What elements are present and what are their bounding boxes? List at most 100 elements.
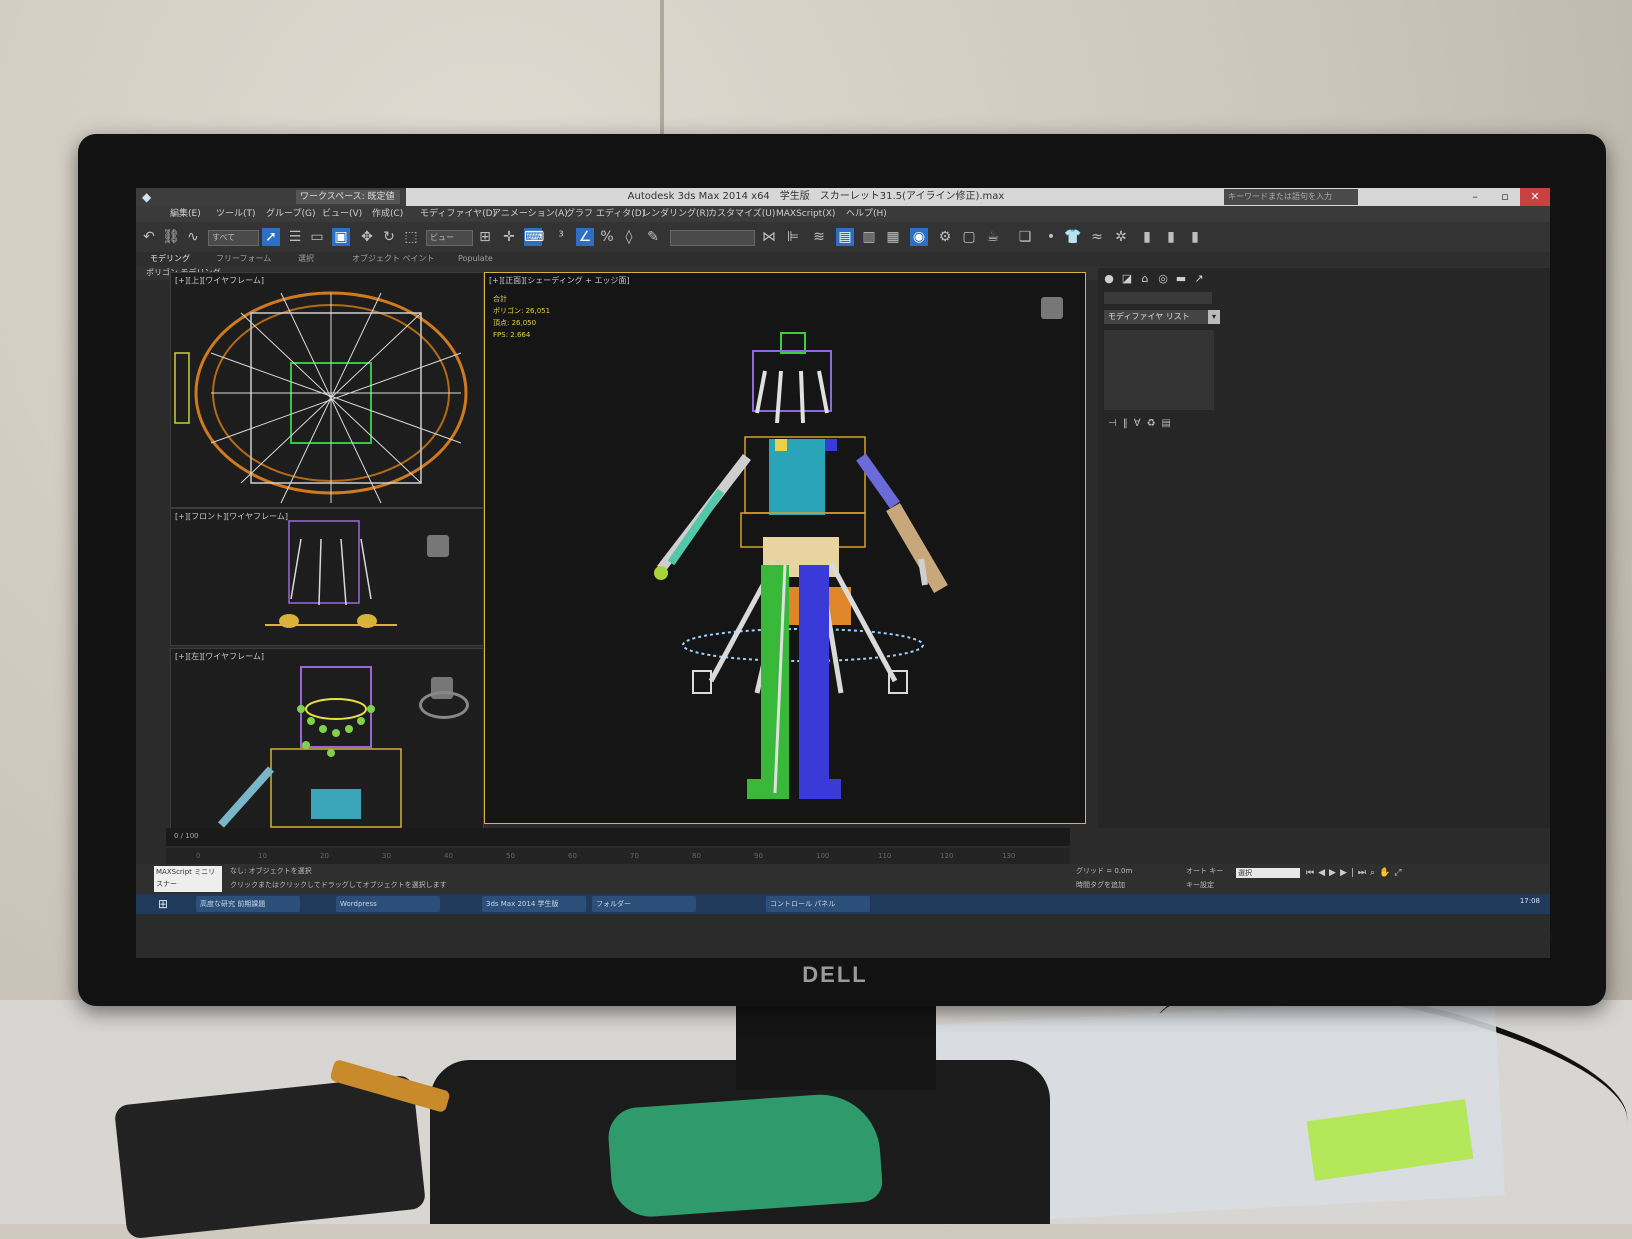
close-icon[interactable]: ✕ <box>1520 188 1550 206</box>
maximize-viewport-icon[interactable]: ⤢ <box>1394 868 1405 878</box>
tab-modeling[interactable]: モデリング <box>150 252 190 266</box>
menu-views[interactable]: ビュー(V) <box>322 206 362 222</box>
workspace-dropdown[interactable]: ワークスペース: 既定値 <box>296 190 400 204</box>
menu-animation[interactable]: アニメーション(A) <box>492 206 568 222</box>
viewport-front-label[interactable]: [+][フロント][ワイヤフレーム] <box>175 511 288 522</box>
viewport-top[interactable]: [+][上][ワイヤフレーム] <box>170 272 484 508</box>
viewport-perspective[interactable]: [+][正面][シェーディング + エッジ面] 合計 ポリゴン: 26,051 … <box>484 272 1086 824</box>
go-to-end-icon[interactable]: ⏭ <box>1358 868 1370 878</box>
keyboard-shortcut-override-icon[interactable]: ⌨ <box>524 228 544 246</box>
rendered-frame-window-icon[interactable]: ▢ <box>960 228 978 246</box>
hierarchy-tab-icon[interactable]: ⌂ <box>1138 272 1152 286</box>
taskbar-item[interactable]: コントロール パネル <box>766 896 870 912</box>
menu-help[interactable]: ヘルプ(H) <box>846 206 887 222</box>
create-tab-icon[interactable]: ● <box>1102 272 1116 286</box>
particle-icon[interactable]: ✲ <box>1112 228 1130 246</box>
named-selection-sets-dropdown[interactable] <box>670 230 755 246</box>
add-time-tag[interactable]: 時間タグを追加 <box>1076 880 1125 890</box>
taskbar-item[interactable]: 高度な研究 前期課題 <box>196 896 300 912</box>
cloth-icon[interactable]: 👕 <box>1064 228 1082 246</box>
move-icon[interactable]: ✥ <box>358 228 376 246</box>
container-icon[interactable]: ❏ <box>1016 228 1034 246</box>
script-icon-1[interactable]: ▮ <box>1138 228 1156 246</box>
application-menu-icon[interactable]: ◆ <box>142 190 156 204</box>
angle-snap-icon[interactable]: ∠ <box>576 228 594 246</box>
set-key-button[interactable]: キー設定 <box>1186 880 1214 890</box>
percent-snap-icon[interactable]: % <box>598 228 616 246</box>
maxscript-listener[interactable]: MAXScript ミニリスナー <box>154 866 222 892</box>
make-unique-icon[interactable]: ∀ <box>1134 418 1147 429</box>
menu-rendering[interactable]: レンダリング(R) <box>642 206 709 222</box>
help-search-input[interactable]: キーワードまたは語句を入力 <box>1224 189 1358 205</box>
script-icon-3[interactable]: ▮ <box>1186 228 1204 246</box>
material-editor-icon[interactable]: ◉ <box>910 228 928 246</box>
tab-selection[interactable]: 選択 <box>298 252 314 266</box>
next-frame-icon[interactable]: ▶| <box>1340 868 1358 878</box>
go-to-start-icon[interactable]: ⏮ <box>1306 868 1318 878</box>
align-icon[interactable]: ⊫ <box>784 228 802 246</box>
layer-manager-icon[interactable]: ≋ <box>810 228 828 246</box>
configure-sets-icon[interactable]: ▤ <box>1162 418 1177 429</box>
show-end-result-icon[interactable]: ‖ <box>1123 418 1134 429</box>
curve-editor-icon[interactable]: ▥ <box>860 228 878 246</box>
edit-named-selection-icon[interactable]: ✎ <box>644 228 662 246</box>
mirror-icon[interactable]: ⋈ <box>760 228 778 246</box>
viewcube-perspective-icon[interactable] <box>1041 297 1063 319</box>
undo-icon[interactable]: ↶ <box>140 228 158 246</box>
reference-coordinate-dropdown[interactable]: ビュー <box>426 230 473 246</box>
zoom-icon[interactable]: ⌕ <box>1370 868 1379 878</box>
tab-freeform[interactable]: フリーフォーム <box>216 252 271 266</box>
menu-tools[interactable]: ツール(T) <box>216 206 256 222</box>
pin-stack-icon[interactable]: ⊣ <box>1108 418 1123 429</box>
menu-group[interactable]: グループ(G) <box>266 206 315 222</box>
track-bar[interactable]: 0 10 20 30 40 50 60 70 80 90 100 110 120… <box>166 848 1070 864</box>
viewport-top-label[interactable]: [+][上][ワイヤフレーム] <box>175 275 264 286</box>
menu-create[interactable]: 作成(C) <box>372 206 403 222</box>
chevron-down-icon[interactable]: ▾ <box>1208 310 1220 324</box>
utilities-tab-icon[interactable]: ↗ <box>1192 272 1206 286</box>
minimize-icon[interactable]: – <box>1460 188 1490 206</box>
link-icon[interactable]: ⛓ <box>162 228 180 246</box>
tab-object-paint[interactable]: オブジェクト ペイント <box>352 252 435 266</box>
graphite-toggle-icon[interactable]: ▤ <box>836 228 854 246</box>
viewport-left[interactable]: [+][左][ワイヤフレーム] <box>170 648 484 830</box>
render-production-icon[interactable]: ☕ <box>984 228 1002 246</box>
scale-icon[interactable]: ⬚ <box>402 228 420 246</box>
selection-filter-dropdown[interactable]: すべて <box>208 230 259 246</box>
schematic-view-icon[interactable]: ▦ <box>884 228 902 246</box>
bind-space-warp-icon[interactable]: ∿ <box>184 228 202 246</box>
taskbar-item[interactable]: Wordpress <box>336 896 440 912</box>
menu-modifiers[interactable]: モディファイヤ(D) <box>420 206 496 222</box>
taskbar-item[interactable]: フォルダー <box>592 896 696 912</box>
display-tab-icon[interactable]: ▬ <box>1174 272 1188 286</box>
object-name-field[interactable] <box>1104 292 1212 304</box>
play-icon[interactable]: ▶ <box>1329 868 1340 878</box>
script-icon-2[interactable]: ▮ <box>1162 228 1180 246</box>
viewport-perspective-label[interactable]: [+][正面][シェーディング + エッジ面] <box>489 275 630 286</box>
menu-maxscript[interactable]: MAXScript(X) <box>776 206 835 222</box>
rectangular-selection-icon[interactable]: ▭ <box>308 228 326 246</box>
remove-modifier-icon[interactable]: ♻ <box>1147 418 1162 429</box>
snap-toggle-icon[interactable]: ³ <box>552 228 570 246</box>
light-icon[interactable]: • <box>1042 228 1060 246</box>
viewcube-ring-icon[interactable] <box>419 691 469 719</box>
viewcube-icon[interactable] <box>427 535 449 557</box>
modifier-list-dropdown[interactable]: モディファイヤ リスト ▾ <box>1104 310 1220 324</box>
select-manipulate-icon[interactable]: ✛ <box>500 228 518 246</box>
previous-frame-icon[interactable]: ◀ <box>1318 868 1329 878</box>
motion-tab-icon[interactable]: ◎ <box>1156 272 1170 286</box>
start-icon[interactable]: ⊞ <box>158 896 174 912</box>
pivot-icon[interactable]: ⊞ <box>476 228 494 246</box>
select-object-icon[interactable]: ➚ <box>262 228 280 246</box>
menu-graph-editors[interactable]: グラフ エディタ(D) <box>566 206 645 222</box>
hair-icon[interactable]: ≈ <box>1088 228 1106 246</box>
time-slider[interactable]: 0 / 100 <box>166 828 1070 846</box>
render-setup-icon[interactable]: ⚙ <box>936 228 954 246</box>
key-filter-dropdown[interactable]: 選択 <box>1236 868 1300 878</box>
menu-edit[interactable]: 編集(E) <box>170 206 201 222</box>
menu-customize[interactable]: カスタマイズ(U) <box>708 206 775 222</box>
viewport-front[interactable]: [+][フロント][ワイヤフレーム] <box>170 508 484 646</box>
spinner-snap-icon[interactable]: ◊ <box>620 228 638 246</box>
rotate-icon[interactable]: ↻ <box>380 228 398 246</box>
window-crossing-icon[interactable]: ▣ <box>332 228 350 246</box>
